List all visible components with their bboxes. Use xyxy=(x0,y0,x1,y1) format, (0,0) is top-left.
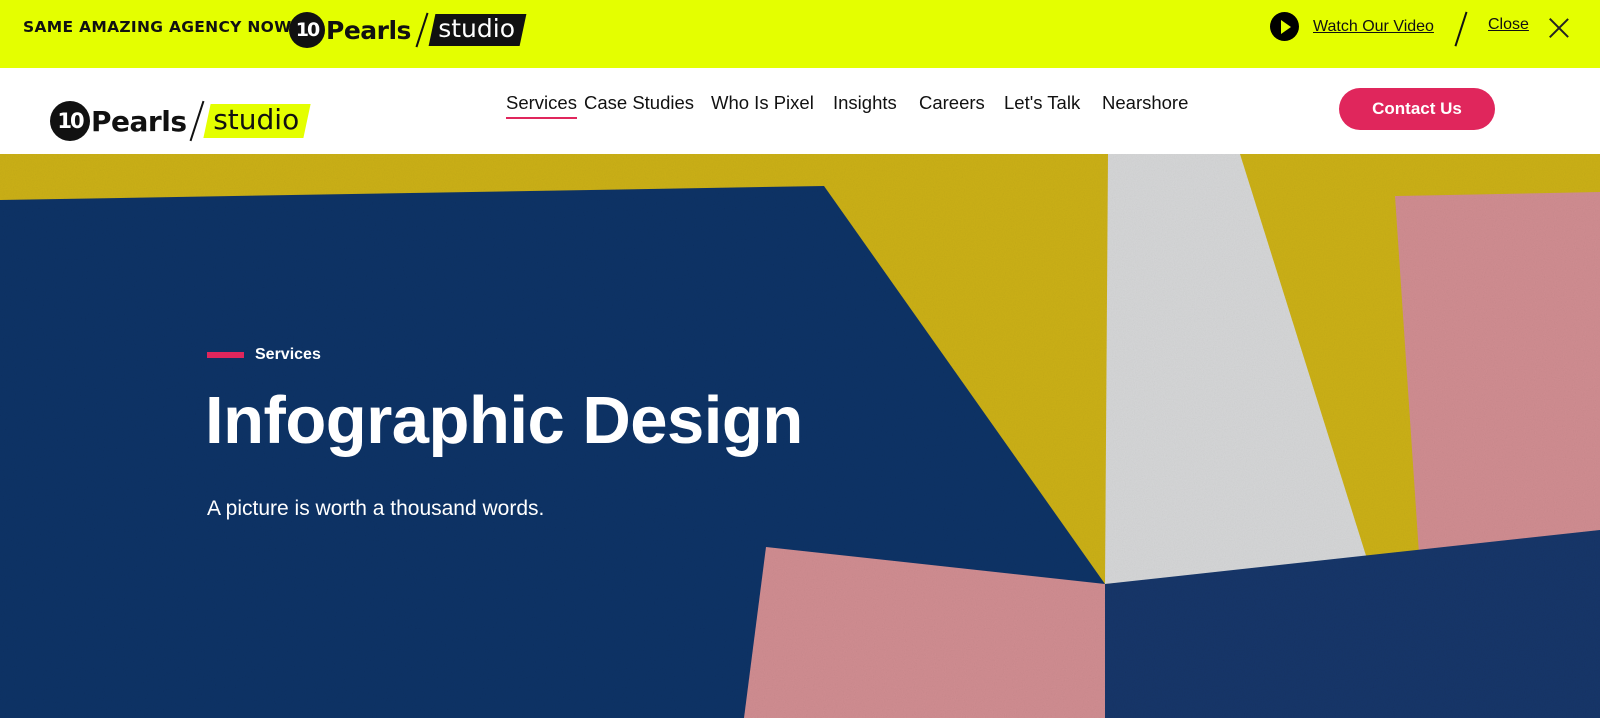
logo-badge: 10 xyxy=(289,12,325,48)
nav-nearshore[interactable]: Nearshore xyxy=(1102,92,1188,114)
hero-subtitle: A picture is worth a thousand words. xyxy=(207,497,545,520)
close-link[interactable]: Close xyxy=(1488,16,1529,34)
nav-lets-talk[interactable]: Let's Talk xyxy=(1004,92,1080,114)
close-icon[interactable] xyxy=(1548,17,1570,39)
nav-who-is-pixel[interactable]: Who Is Pixel xyxy=(711,92,814,114)
nav-insights[interactable]: Insights xyxy=(833,92,897,114)
divider xyxy=(1454,11,1468,47)
nav-careers[interactable]: Careers xyxy=(919,92,985,114)
announcement-logo: 10 Pearls studio xyxy=(289,10,527,50)
site-header: 10 Pearls studio Services Case Studies W… xyxy=(0,68,1600,154)
announcement-text: SAME AMAZING AGENCY NOW xyxy=(23,18,292,36)
hero-banner: Services Infographic Design A picture is… xyxy=(0,154,1600,718)
logo-word: Pearls xyxy=(326,15,411,45)
eyebrow-label: Services xyxy=(255,346,321,363)
announcement-bar: SAME AMAZING AGENCY NOW 10 Pearls studio… xyxy=(0,0,1600,68)
nav-case-studies[interactable]: Case Studies xyxy=(584,92,694,114)
contact-us-button[interactable]: Contact Us xyxy=(1339,88,1495,130)
logo-studio: studio xyxy=(428,14,527,46)
watch-video-label: Watch Our Video xyxy=(1313,17,1434,35)
eyebrow-accent xyxy=(207,352,244,358)
nav-services[interactable]: Services xyxy=(506,92,577,119)
hero-eyebrow: Services xyxy=(207,346,321,364)
play-icon xyxy=(1270,12,1299,41)
page-title: Infographic Design xyxy=(205,383,803,458)
logo-slash xyxy=(415,12,429,48)
watch-video-link[interactable]: Watch Our Video xyxy=(1270,12,1434,41)
